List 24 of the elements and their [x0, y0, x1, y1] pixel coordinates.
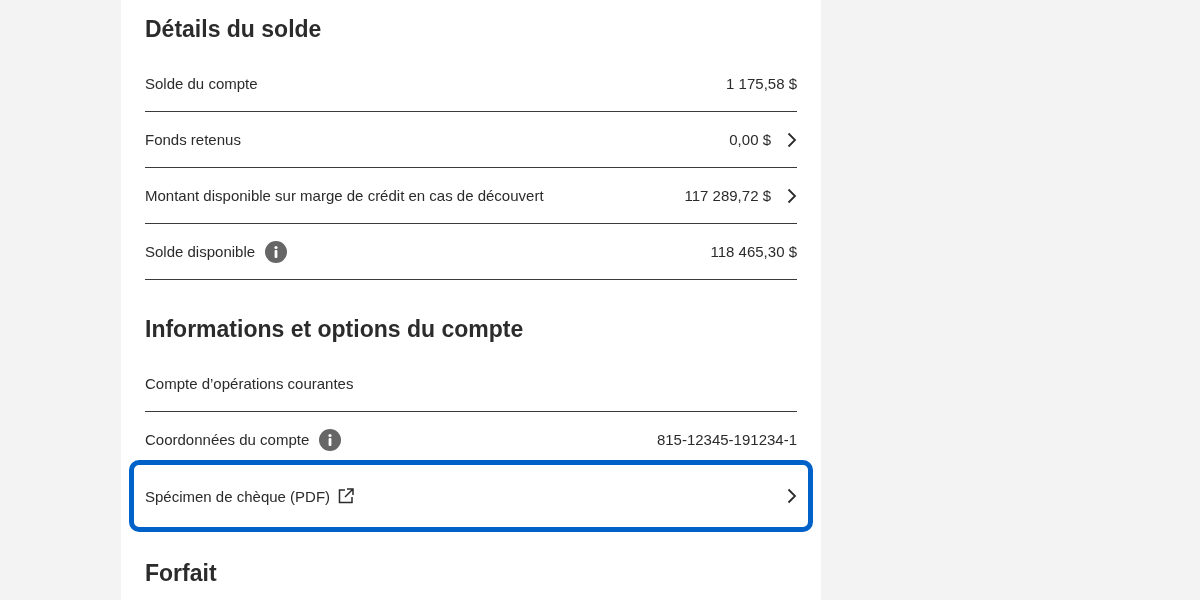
- list-row-link[interactable]: Fonds retenus 0,00 $: [145, 112, 797, 168]
- row-label: Compte d’opérations courantes: [145, 375, 354, 392]
- chevron-right-icon: [787, 187, 797, 204]
- section-heading: Informations et options du compte: [145, 315, 525, 344]
- section-heading: Détails du solde: [145, 15, 323, 44]
- row-label: Spécimen de chèque (PDF): [145, 487, 331, 505]
- list-row-link[interactable]: Spécimen de chèque (PDF): [129, 460, 813, 532]
- chevron-right-icon: [787, 488, 797, 504]
- section-heading: Forfait: [145, 559, 218, 588]
- row-label: Solde disponible: [145, 243, 256, 260]
- info-icon[interactable]: [265, 240, 288, 263]
- row-label: Fonds retenus: [145, 131, 241, 148]
- info-icon[interactable]: [319, 428, 342, 451]
- row-label: Coordonnées du compte: [145, 431, 310, 448]
- list-row-link[interactable]: Montant disponible sur marge de crédit en cas de découvert 117 289,72 $: [145, 168, 797, 224]
- row-value: 117 289,72 $: [684, 187, 771, 204]
- external-link-icon: [338, 488, 355, 504]
- row-value: 118 465,30 $: [710, 243, 797, 260]
- chevron-right-icon: [787, 131, 797, 148]
- row-value: 815-12345-191234-1: [656, 431, 797, 448]
- row-value: 1 175,58 $: [726, 75, 797, 92]
- row-value: 0,00 $: [729, 131, 771, 148]
- row-label: Solde du compte: [145, 75, 258, 92]
- row-label: Montant disponible sur marge de crédit en cas de découvert: [145, 187, 544, 204]
